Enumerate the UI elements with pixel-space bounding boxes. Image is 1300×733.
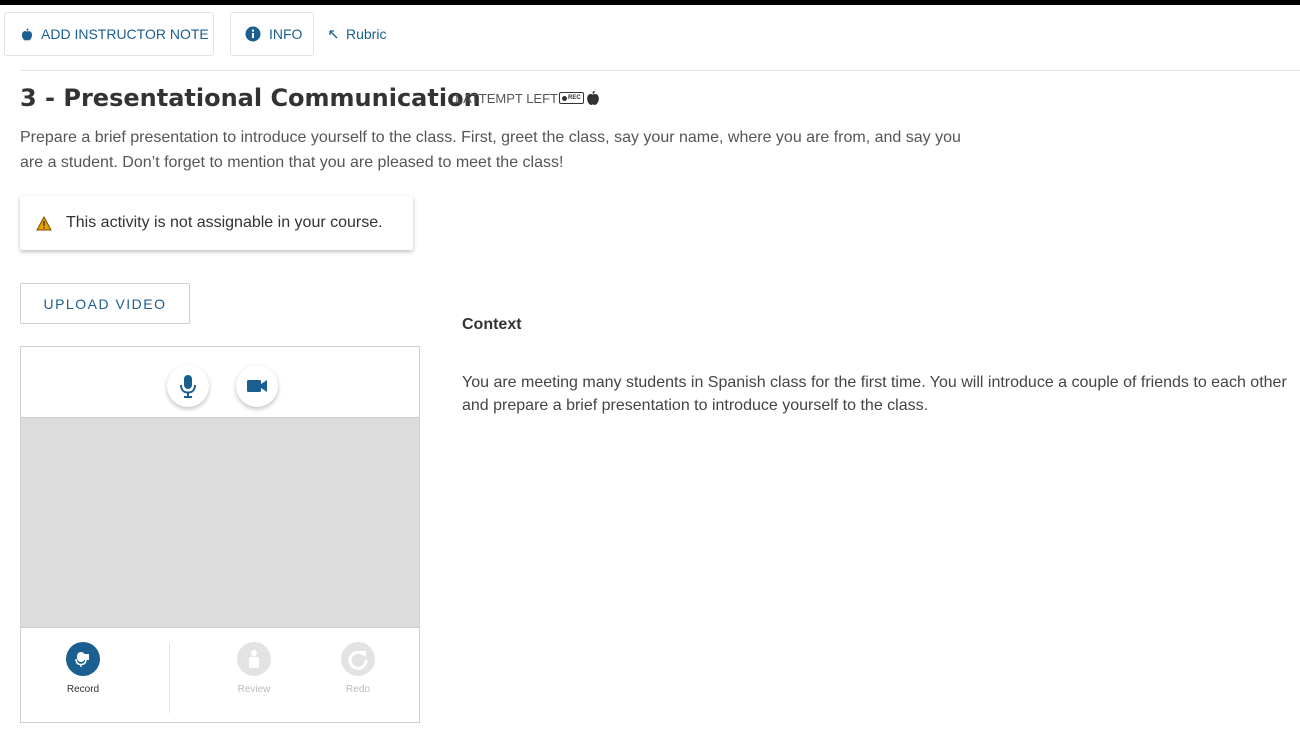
record-label: Record: [66, 684, 100, 695]
record-control[interactable]: Record: [43, 642, 123, 695]
redo-icon: [347, 648, 369, 670]
record-button[interactable]: [66, 642, 100, 676]
page-title: 3 - Presentational Communication: [20, 84, 481, 112]
add-instructor-note-button[interactable]: ADD INSTRUCTOR NOTE: [4, 12, 214, 56]
top-black-bar: [0, 0, 1300, 5]
rubric-label: Rubric: [346, 26, 387, 42]
microphone-button[interactable]: [167, 365, 209, 407]
media-recorder: Record Review Redo: [20, 346, 420, 723]
apple-icon: [586, 90, 600, 106]
alert-text: This activity is not assignable in your …: [66, 214, 383, 231]
redo-control[interactable]: Redo: [318, 642, 398, 695]
attempts-indicator: 1 ATTEMPT LEFT REC: [453, 90, 600, 106]
warning-icon: [36, 215, 52, 231]
info-label: INFO: [269, 26, 303, 42]
arrow-up-left-icon: [328, 29, 339, 40]
header-divider: [20, 70, 1300, 71]
video-camera-button[interactable]: [236, 365, 278, 407]
video-camera-icon: [246, 378, 268, 394]
microphone-icon: [179, 374, 197, 398]
review-control[interactable]: Review: [214, 642, 294, 695]
context-heading: Context: [462, 316, 522, 333]
review-icon: [246, 649, 262, 669]
review-label: Review: [237, 684, 271, 695]
apple-icon: [21, 28, 33, 41]
video-preview-area: [21, 417, 419, 628]
not-assignable-alert: This activity is not assignable in your …: [20, 196, 413, 250]
activity-description: Prepare a brief presentation to introduc…: [20, 129, 961, 171]
redo-button[interactable]: [341, 642, 375, 676]
rubric-link[interactable]: Rubric: [328, 12, 386, 56]
context-text: You are meeting many students in Spanish…: [462, 374, 1287, 414]
review-button[interactable]: [237, 642, 271, 676]
record-mic-icon: [73, 649, 93, 669]
info-icon: [245, 26, 261, 42]
info-button[interactable]: INFO: [230, 12, 314, 56]
rec-badge-icon: REC: [558, 92, 584, 104]
upload-video-button[interactable]: UPLOAD VIDEO: [20, 283, 190, 324]
add-instructor-note-label: ADD INSTRUCTOR NOTE: [41, 26, 209, 42]
toolbar: ADD INSTRUCTOR NOTE INFO Rubric: [0, 12, 1300, 58]
controls-divider: [169, 643, 170, 713]
attempts-left-label: 1 ATTEMPT LEFT: [453, 90, 558, 106]
redo-label: Redo: [346, 684, 370, 695]
